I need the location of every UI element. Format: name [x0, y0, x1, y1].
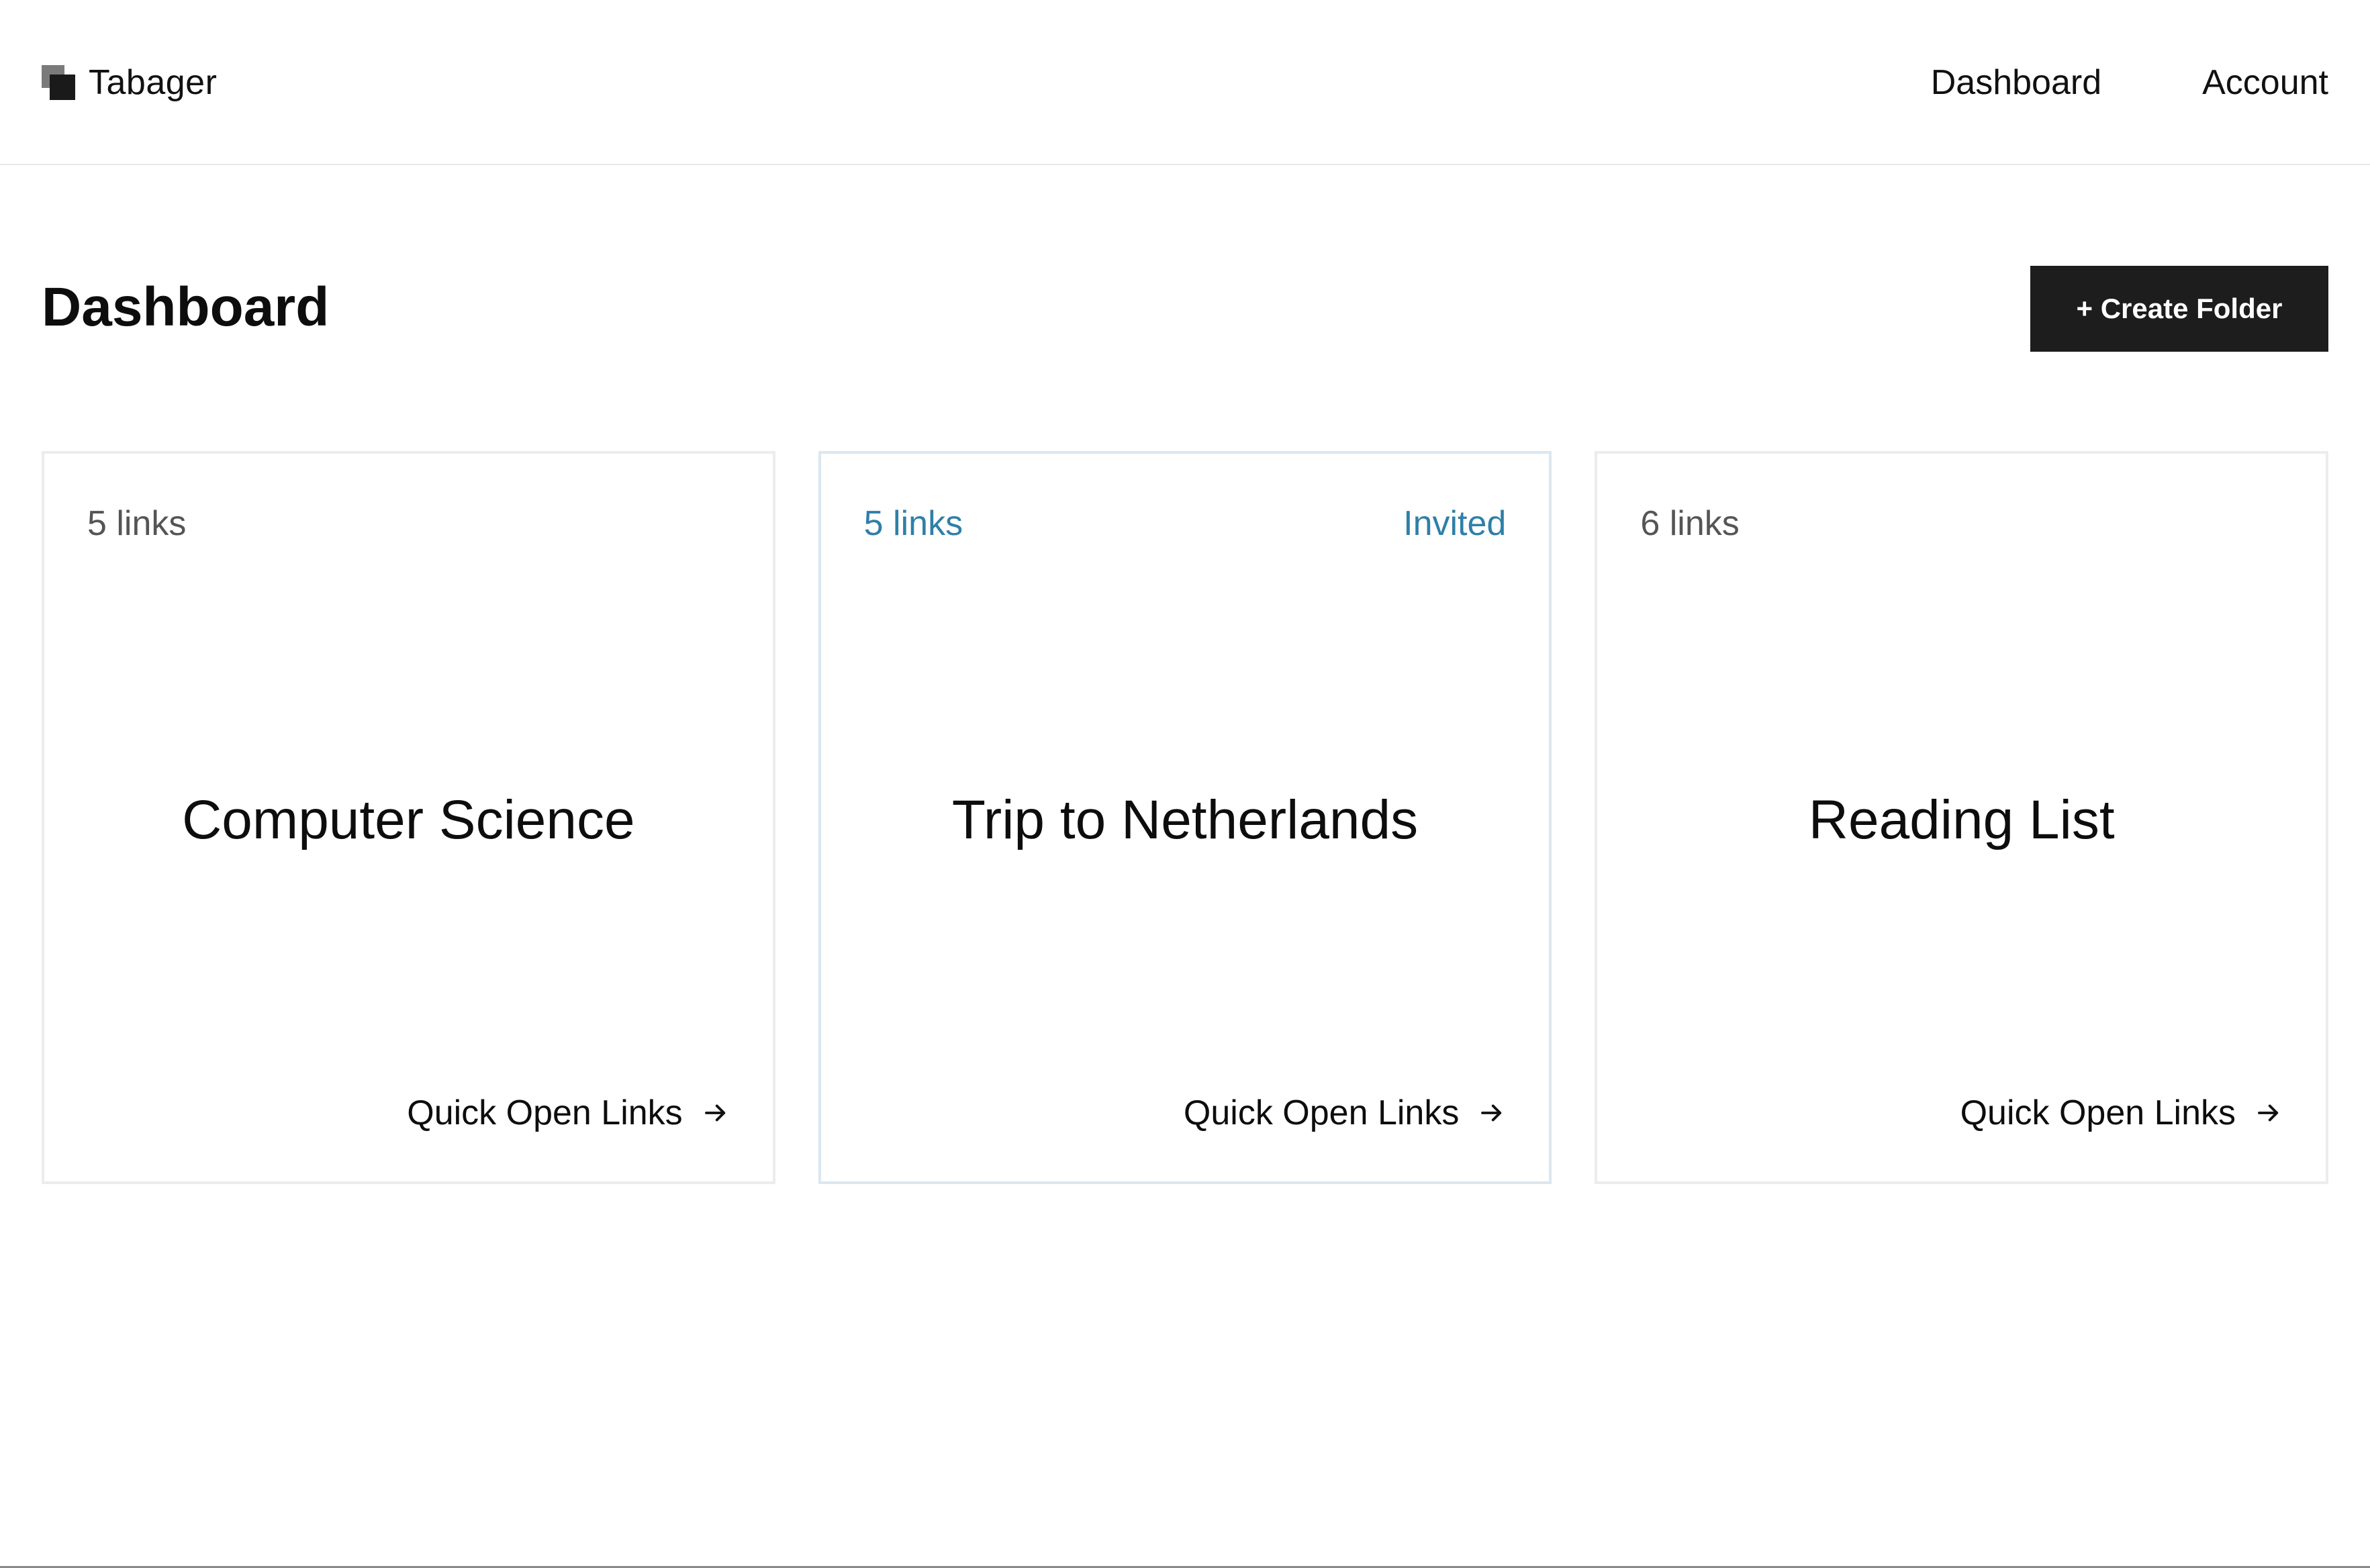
folder-card-reading-list[interactable]: 6 links Reading List Quick Open Links	[1595, 451, 2329, 1184]
folder-title: Trip to Netherlands	[951, 789, 1419, 850]
folder-link-count: 5 links	[863, 504, 963, 543]
logo-front-square	[50, 75, 75, 100]
folder-link-count: 6 links	[1640, 504, 1740, 543]
top-navbar: Tabager Dashboard Account	[0, 0, 2370, 165]
folder-card-computer-science[interactable]: 5 links Computer Science Quick Open Link…	[42, 451, 775, 1184]
folder-grid: 5 links Computer Science Quick Open Link…	[42, 451, 2329, 1184]
quick-open-links-button[interactable]: Quick Open Links	[407, 1093, 729, 1133]
page-title: Dashboard	[42, 277, 330, 338]
quick-open-label: Quick Open Links	[1183, 1093, 1460, 1132]
quick-open-links-button[interactable]: Quick Open Links	[1960, 1093, 2283, 1133]
arrow-right-icon	[2258, 1104, 2279, 1122]
arrow-right-icon	[704, 1104, 725, 1122]
quick-open-links-button[interactable]: Quick Open Links	[1184, 1093, 1506, 1133]
folder-title: Computer Science	[182, 789, 635, 850]
nav-links: Dashboard Account	[1931, 59, 2328, 106]
nav-account-link[interactable]: Account	[2202, 59, 2328, 106]
brand-name: Tabager	[89, 63, 218, 102]
stacked-squares-icon	[42, 65, 77, 100]
quick-open-label: Quick Open Links	[1960, 1093, 2236, 1132]
create-folder-button[interactable]: + Create Folder	[2030, 266, 2328, 352]
quick-open-label: Quick Open Links	[407, 1093, 683, 1132]
folder-link-count: 5 links	[87, 504, 187, 543]
brand-link[interactable]: Tabager	[42, 60, 217, 105]
invited-badge: Invited	[1403, 504, 1507, 543]
arrow-right-icon	[1481, 1104, 1502, 1122]
folder-title: Reading List	[1808, 789, 2115, 850]
nav-dashboard-link[interactable]: Dashboard	[1931, 59, 2101, 106]
app-root: Tabager Dashboard Account Dashboard + Cr…	[0, 0, 2370, 1568]
folder-card-trip-to-netherlands[interactable]: 5 links Invited Trip to Netherlands Quic…	[818, 451, 1552, 1184]
